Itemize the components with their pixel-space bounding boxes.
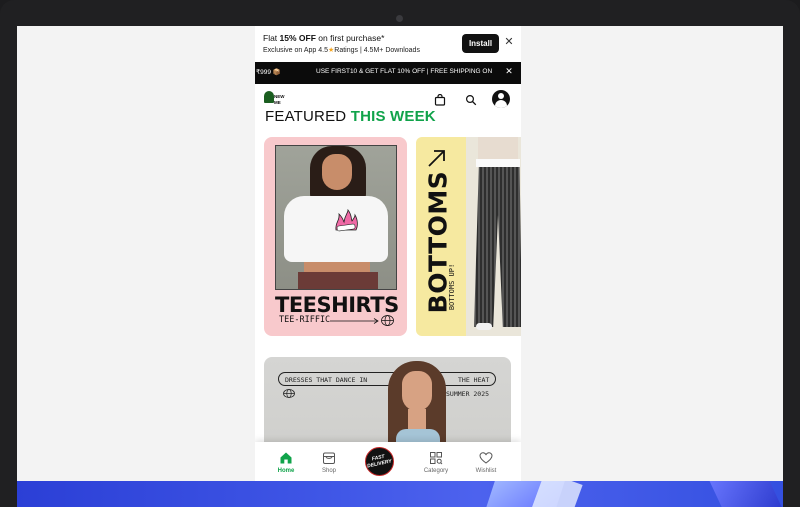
arrow-right-icon <box>330 318 379 324</box>
install-button[interactable]: Install <box>462 34 499 53</box>
bottom-navigation: Home Shop FAST DELIVERY Category Wishlis… <box>255 442 521 481</box>
tab-category-label: Category <box>423 468 449 474</box>
featured-carousel: TEESHIRTS TEE-RIFFIC BOTTOMS BOTTOMS UP! <box>255 137 521 337</box>
teeshirts-subtitle: TEE-RIFFIC <box>279 315 331 325</box>
wallpaper-shape <box>707 481 783 507</box>
fast-delivery-label: FAST DELIVERY <box>365 453 393 469</box>
shop-icon <box>323 452 335 464</box>
teeshirts-title: TEESHIRTS <box>275 293 399 317</box>
teeshirt-model-photo <box>275 145 397 290</box>
close-icon[interactable]: ✕ <box>504 66 514 77</box>
desktop-wallpaper <box>17 481 783 507</box>
bottoms-subtitle-wrap: BOTTOMS UP! <box>446 247 458 327</box>
promo-text: USE FIRST10 & GET FLAT 10% OFF | FREE SH… <box>316 68 493 75</box>
install-offer-text: Flat 15% OFF on first purchase* <box>263 33 384 43</box>
shopping-bag-icon[interactable] <box>434 94 446 106</box>
model-top <box>478 137 518 159</box>
home-icon <box>280 452 292 464</box>
tab-wishlist-label: Wishlist <box>475 468 497 474</box>
summer-season-label: SUMMER 2025 <box>446 390 490 398</box>
model-face <box>322 154 352 190</box>
rating-suffix: Ratings | 4.5M+ Downloads <box>334 47 420 54</box>
fast-delivery-button[interactable]: FAST DELIVERY <box>365 447 394 476</box>
logo-text-line1: NEW <box>274 94 285 99</box>
mobile-web-app: Flat 15% OFF on first purchase* Exclusiv… <box>255 26 521 481</box>
heart-icon <box>479 452 493 464</box>
bottoms-card[interactable]: BOTTOMS BOTTOMS UP! <box>416 137 521 336</box>
promo-left-text: ₹999 📦 <box>256 69 281 76</box>
promo-marquee: ₹999 📦 USE FIRST10 & GET FLAT 10% OFF | … <box>255 62 521 84</box>
wallpaper-shape <box>531 481 583 507</box>
summer-pill-left: DRESSES THAT DANCE IN <box>285 376 368 384</box>
logo-text-line2: ME <box>274 100 281 105</box>
tablet-frame: Flat 15% OFF on first purchase* Exclusiv… <box>0 0 800 507</box>
tab-wishlist[interactable]: Wishlist <box>461 442 511 481</box>
newme-logo[interactable]: NEW ME <box>264 91 285 109</box>
close-icon[interactable]: ✕ <box>503 35 515 49</box>
arrow-up-right-icon <box>428 150 445 167</box>
user-avatar-icon[interactable] <box>492 90 510 108</box>
model-midriff <box>304 262 370 272</box>
white-tee <box>284 196 388 262</box>
featured-heading-highlight: THIS WEEK <box>350 108 436 125</box>
featured-heading: FEATURED THIS WEEK <box>265 108 436 125</box>
avatar-body <box>495 100 507 108</box>
search-icon[interactable] <box>465 94 477 106</box>
app-install-banner: Flat 15% OFF on first purchase* Exclusiv… <box>255 26 521 62</box>
offer-suffix: on first purchase* <box>315 33 385 43</box>
category-grid-icon <box>430 452 443 465</box>
logo-mark <box>264 91 274 103</box>
camera-dot <box>396 15 403 22</box>
model-pants <box>298 272 378 289</box>
flame-graphic-icon <box>335 208 358 232</box>
rating-prefix: Exclusive on App 4.5 <box>263 47 328 54</box>
summer-model-neck <box>408 409 426 429</box>
tab-shop-label: Shop <box>321 468 336 474</box>
featured-heading-plain: FEATURED <box>265 108 351 125</box>
bottoms-subtitle: BOTTOMS UP! <box>448 263 456 311</box>
teeshirts-card[interactable]: TEESHIRTS TEE-RIFFIC <box>264 137 407 336</box>
install-rating-text: Exclusive on App 4.5★Ratings | 4.5M+ Dow… <box>263 46 420 54</box>
offer-prefix: Flat <box>263 33 280 43</box>
summer-pill-right: THE HEAT <box>458 376 490 384</box>
tab-shop[interactable]: Shop <box>304 442 354 481</box>
globe-icon <box>283 389 295 398</box>
tab-category[interactable]: Category <box>411 442 461 481</box>
globe-icon <box>381 315 394 326</box>
model-waistband <box>476 159 520 167</box>
browser-screen: Flat 15% OFF on first purchase* Exclusiv… <box>17 26 783 481</box>
bottoms-model-photo <box>466 137 521 336</box>
summer-model-face <box>402 371 432 411</box>
offer-highlight: 15% OFF <box>279 33 316 43</box>
pinstripe-pants <box>474 167 521 327</box>
model-shoe <box>476 323 492 330</box>
avatar-head <box>498 93 504 99</box>
